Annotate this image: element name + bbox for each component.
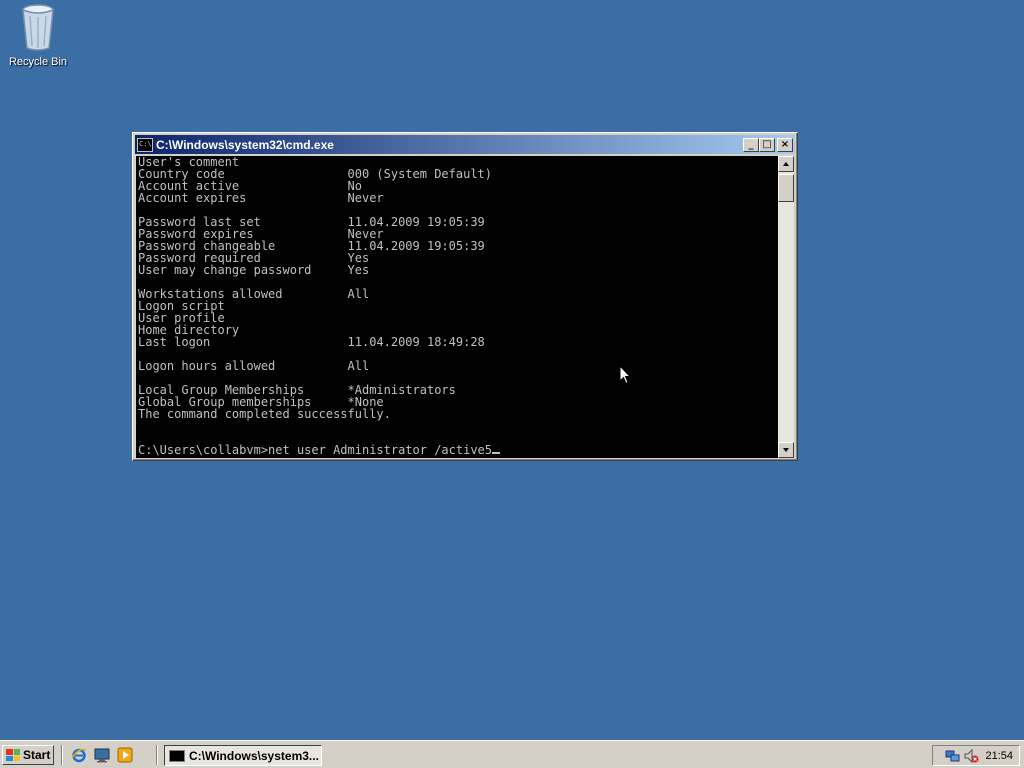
console-text: User's comment Country code 000 (System … [138, 156, 493, 421]
recycle-bin-label: Recycle Bin [8, 56, 68, 68]
cmd-window[interactable]: C:\Windows\system32\cmd.exe _ □ × User's… [132, 132, 798, 461]
start-label: Start [23, 748, 51, 762]
cmd-icon [169, 749, 185, 762]
text-cursor [492, 452, 501, 454]
windows-logo-icon [6, 749, 20, 761]
network-icon[interactable] [945, 748, 961, 764]
close-button[interactable]: × [777, 137, 793, 152]
clock[interactable]: 21:54 [985, 750, 1013, 762]
taskbar-separator [61, 745, 63, 765]
volume-muted-icon[interactable] [963, 748, 979, 764]
start-button[interactable]: Start [2, 745, 54, 765]
scroll-thumb[interactable] [778, 174, 794, 202]
taskbar-cmd-label: C:\Windows\system3... [189, 748, 319, 763]
media-player-icon[interactable] [117, 747, 133, 763]
cmd-icon [137, 137, 153, 152]
system-tray: 21:54 [932, 745, 1020, 766]
console-output[interactable]: User's comment Country code 000 (System … [136, 156, 778, 458]
show-desktop-icon[interactable] [94, 747, 110, 763]
prompt-text: C:\Users\collabvm>net user Administrator… [138, 443, 493, 457]
recycle-bin-icon [18, 2, 58, 52]
recycle-bin-shortcut[interactable]: Recycle Bin [6, 2, 70, 68]
scroll-down-button[interactable] [778, 442, 794, 458]
minimize-button[interactable]: _ [743, 137, 759, 152]
taskbar: Start C:\Windows\system3... 21:54 [0, 740, 1024, 768]
taskbar-separator [156, 745, 158, 765]
window-title: C:\Windows\system32\cmd.exe [156, 137, 334, 152]
maximize-button[interactable]: □ [759, 137, 775, 152]
internet-explorer-icon[interactable] [71, 747, 87, 763]
taskbar-cmd-button[interactable]: C:\Windows\system3... [164, 745, 322, 766]
command-prompt-line[interactable]: C:\Users\collabvm>net user Administrator… [136, 444, 778, 456]
window-titlebar[interactable]: C:\Windows\system32\cmd.exe _ □ × [135, 135, 795, 154]
vertical-scrollbar[interactable] [778, 156, 794, 458]
mouse-pointer-icon [619, 364, 632, 390]
scroll-up-button[interactable] [778, 156, 794, 172]
